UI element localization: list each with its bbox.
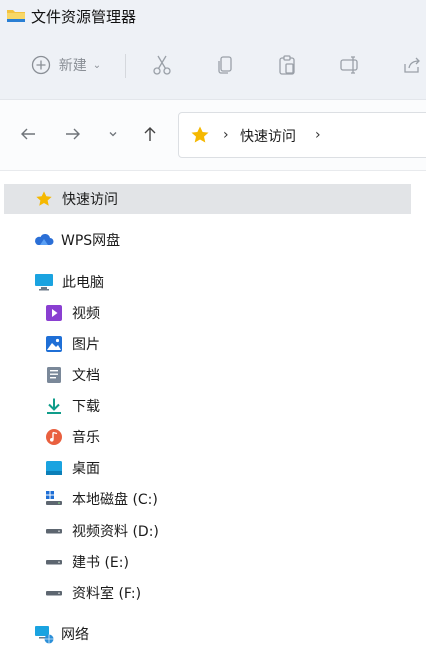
new-button[interactable]: 新建 ⌄ xyxy=(22,50,110,80)
share-icon xyxy=(404,57,420,73)
document-icon xyxy=(44,365,64,385)
nav-item-label: WPS网盘 xyxy=(61,233,121,249)
breadcrumb-quick-access[interactable]: 快速访问 xyxy=(240,126,296,146)
arrow-left-icon xyxy=(21,128,35,140)
nav-item-label: 下载 xyxy=(72,399,100,415)
nav-item-pictures[interactable]: 图片 xyxy=(44,329,344,359)
folder-icon xyxy=(7,10,25,22)
drive-icon xyxy=(44,521,64,541)
chevron-down-icon xyxy=(109,132,117,137)
address-bar[interactable]: › 快速访问 › xyxy=(178,112,426,158)
system-drive-icon xyxy=(44,489,64,509)
paste-icon xyxy=(279,55,295,75)
nav-item-drive-e[interactable]: 建书 (E:) xyxy=(44,547,344,577)
nav-item-label: 快速访问 xyxy=(62,192,118,208)
cut-button[interactable] xyxy=(148,50,176,80)
arrow-up-icon xyxy=(144,127,156,141)
nav-item-drive-c[interactable]: 本地磁盘 (C:) xyxy=(44,484,344,514)
plus-circle-icon xyxy=(31,55,50,75)
nav-item-label: 图片 xyxy=(72,337,100,353)
copy-icon xyxy=(218,56,232,74)
nav-item-quick-access[interactable]: 快速访问 xyxy=(4,184,411,214)
nav-item-drive-f[interactable]: 资料室 (F:) xyxy=(44,578,344,608)
nav-item-label: 文档 xyxy=(72,368,100,384)
nav-item-downloads[interactable]: 下载 xyxy=(44,391,344,421)
desktop-icon xyxy=(44,458,64,478)
scissors-icon xyxy=(153,55,171,75)
drive-icon xyxy=(44,583,64,603)
drive-icon xyxy=(44,552,64,572)
monitor-icon xyxy=(34,272,54,292)
up-button[interactable] xyxy=(138,122,162,146)
title-bar: 文件资源管理器 xyxy=(0,0,426,32)
nav-item-documents[interactable]: 文档 xyxy=(44,360,344,390)
rename-icon xyxy=(340,56,358,74)
back-button[interactable] xyxy=(16,122,40,146)
forward-button[interactable] xyxy=(61,122,85,146)
address-row: › 快速访问 › xyxy=(0,100,426,170)
chevron-down-icon: ⌄ xyxy=(92,59,102,71)
window-title: 文件资源管理器 xyxy=(31,8,137,26)
nav-item-this-pc[interactable]: 此电脑 xyxy=(34,267,334,297)
nav-item-wps-cloud[interactable]: WPS网盘 xyxy=(34,225,334,255)
command-toolbar: 新建 ⌄ xyxy=(0,32,426,100)
music-icon xyxy=(44,427,64,447)
star-icon xyxy=(34,189,54,209)
rename-button[interactable] xyxy=(336,50,364,80)
nav-item-music[interactable]: 音乐 xyxy=(44,422,344,452)
nav-item-label: 网络 xyxy=(61,627,89,643)
nav-item-label: 此电脑 xyxy=(62,275,104,291)
nav-item-label: 音乐 xyxy=(72,430,100,446)
nav-item-label: 视频资料 (D:) xyxy=(72,524,159,540)
nav-item-network[interactable]: 网络 xyxy=(34,619,334,649)
download-icon xyxy=(44,396,64,416)
nav-item-desktop[interactable]: 桌面 xyxy=(44,453,344,483)
navigation-pane: 快速访问 WPS网盘 此电脑 视频 图片 文档 下载 音乐 桌面 本地磁盘 (C… xyxy=(0,171,426,650)
share-button[interactable] xyxy=(398,50,426,80)
nav-item-drive-d[interactable]: 视频资料 (D:) xyxy=(44,516,344,546)
toolbar-separator xyxy=(125,54,126,78)
nav-item-label: 资料室 (F:) xyxy=(72,586,142,602)
paste-button[interactable] xyxy=(273,50,301,80)
network-icon xyxy=(34,624,54,644)
cloud-icon xyxy=(34,230,54,250)
breadcrumb-separator: › xyxy=(223,127,229,143)
new-button-label: 新建 xyxy=(58,58,87,74)
nav-item-videos[interactable]: 视频 xyxy=(44,298,344,328)
nav-item-label: 建书 (E:) xyxy=(72,555,129,571)
breadcrumb-expand-chevron[interactable]: › xyxy=(315,127,321,143)
arrow-right-icon xyxy=(66,128,80,140)
nav-item-label: 视频 xyxy=(72,306,100,322)
star-icon xyxy=(191,126,209,143)
nav-item-label: 桌面 xyxy=(72,461,100,477)
video-folder-icon xyxy=(44,303,64,323)
pictures-icon xyxy=(44,334,64,354)
nav-item-label: 本地磁盘 (C:) xyxy=(72,492,158,508)
copy-button[interactable] xyxy=(211,50,239,80)
recent-locations-button[interactable] xyxy=(101,122,125,146)
